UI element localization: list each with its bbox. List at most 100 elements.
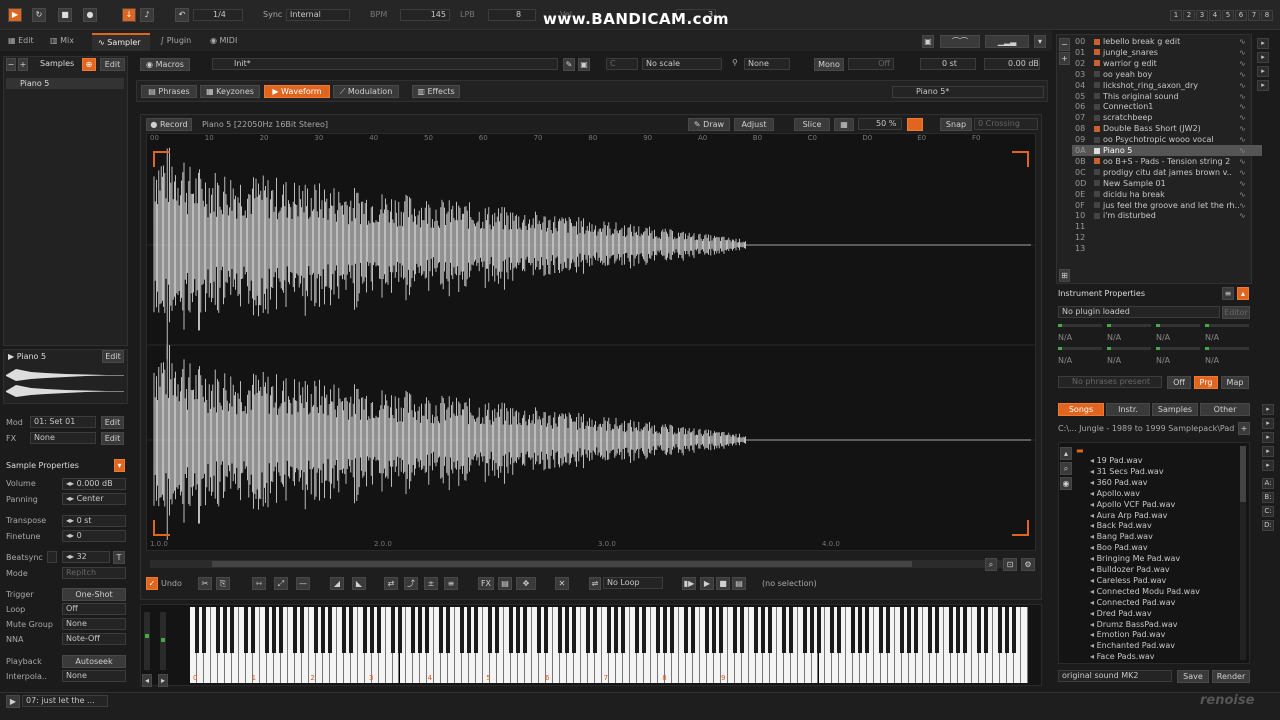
black-key[interactable] xyxy=(439,607,444,653)
black-key[interactable] xyxy=(460,607,465,653)
instrument-item[interactable]: 12 xyxy=(1072,232,1262,243)
instrument-item[interactable]: 13 xyxy=(1072,243,1262,254)
fade-out-icon[interactable]: ◣ xyxy=(352,577,366,590)
panning-field[interactable]: ◂▸ Center xyxy=(62,493,126,505)
black-key[interactable] xyxy=(998,607,1003,653)
black-key[interactable] xyxy=(620,607,625,653)
browser-scrollbar[interactable] xyxy=(1240,446,1246,660)
black-key[interactable] xyxy=(607,607,611,653)
transpose-global-field[interactable]: 0 st xyxy=(920,58,976,70)
black-key[interactable] xyxy=(474,607,479,653)
black-key[interactable] xyxy=(369,607,374,653)
instrument-item[interactable]: 05 This original sound ∿ xyxy=(1072,91,1262,102)
play-icon[interactable]: ▶ xyxy=(8,8,22,22)
waveform-scrollbar[interactable] xyxy=(150,560,1008,568)
instrument-item[interactable]: 0C prodigy citu dat james brown v.. ∿ xyxy=(1072,167,1262,178)
black-key[interactable] xyxy=(858,607,863,653)
loop-select[interactable]: Off xyxy=(62,603,126,615)
black-key[interactable] xyxy=(949,607,954,653)
mode-select[interactable]: Repitch xyxy=(62,567,126,579)
instrument-options-icon[interactable]: ⊞ xyxy=(1059,269,1070,282)
file-item[interactable]: ◂ Aura Arp Pad.wav xyxy=(1090,510,1167,521)
black-key[interactable] xyxy=(690,607,695,653)
tab-plugin[interactable]: ∫ Plugin xyxy=(160,36,191,45)
zoom-fit-icon[interactable]: ⊡ xyxy=(1003,558,1017,571)
undo-checkbox[interactable]: ✓ xyxy=(146,577,158,590)
black-key[interactable] xyxy=(264,607,269,653)
black-key[interactable] xyxy=(886,607,891,653)
black-key[interactable] xyxy=(760,607,765,653)
loop-icon[interactable]: ↻ xyxy=(32,8,46,22)
black-key[interactable] xyxy=(243,607,248,653)
undo-icon[interactable]: ↶ xyxy=(175,8,189,22)
tab-edit[interactable]: ▦ Edit xyxy=(8,36,34,45)
playback-button[interactable]: Autoseek xyxy=(62,655,126,668)
pitch-wheel[interactable] xyxy=(144,612,150,670)
subtab-keyzones[interactable]: ▦ Keyzones xyxy=(200,85,260,98)
black-key[interactable] xyxy=(411,607,416,653)
subtab-phrases[interactable]: ▤ Phrases xyxy=(141,85,197,98)
zoom-field[interactable]: 50 % xyxy=(858,118,902,130)
param-slider[interactable] xyxy=(1107,324,1151,327)
black-key[interactable] xyxy=(523,607,528,653)
plugin-select[interactable]: No plugin loaded xyxy=(1058,306,1220,318)
black-key[interactable] xyxy=(446,607,451,653)
zoom-out-icon[interactable]: ⌕ xyxy=(985,558,997,571)
bookmark-icon[interactable]: + xyxy=(1238,422,1250,435)
transpose-field[interactable]: ◂▸ 0 st xyxy=(62,515,126,527)
crop-icon[interactable]: ✕ xyxy=(555,577,569,590)
add-sample-icon[interactable]: + xyxy=(18,58,28,71)
black-key[interactable] xyxy=(1012,607,1017,653)
black-key[interactable] xyxy=(215,607,220,653)
fx-render-icon[interactable]: FX xyxy=(478,577,494,590)
mute-group-select[interactable]: None xyxy=(62,618,126,630)
instrument-item[interactable]: 10 i'm disturbed ∿ xyxy=(1072,210,1262,221)
param-slider[interactable] xyxy=(1058,347,1102,350)
beatsync-mode-button[interactable]: T xyxy=(113,551,125,564)
black-key[interactable] xyxy=(907,607,912,653)
instrument-item[interactable]: 00 lebello break g edit ∿ xyxy=(1072,36,1262,47)
volume-field[interactable]: ◂▸ 0.000 dB xyxy=(62,478,126,490)
black-key[interactable] xyxy=(816,607,821,653)
instrument-item[interactable]: 0B oo B+S - Pads - Tension string 2 ∿ xyxy=(1072,156,1262,167)
black-key[interactable] xyxy=(544,607,549,653)
file-item[interactable]: ◂ 19 Pad.wav xyxy=(1090,455,1142,466)
scope-toggle[interactable]: ⌒⌒ xyxy=(940,35,980,48)
black-key[interactable] xyxy=(341,607,346,653)
black-key[interactable] xyxy=(781,607,786,653)
record-sample-button[interactable]: ● Record xyxy=(146,118,192,131)
draw-button[interactable]: ✎ Draw xyxy=(688,118,730,131)
file-item[interactable]: ◂ Face Pads.wav xyxy=(1090,651,1155,662)
black-key[interactable] xyxy=(634,607,639,653)
browser-tab-instr[interactable]: Instr. xyxy=(1106,403,1150,416)
file-item[interactable]: ◂ Emotion Pad.wav xyxy=(1090,629,1165,640)
instrument-item[interactable]: 09 oo Psychotropic wooo vocal ∿ xyxy=(1072,134,1262,145)
spectrum-toggle[interactable]: ▁▂▃ xyxy=(985,35,1029,48)
black-key[interactable] xyxy=(320,607,325,653)
dc-offset-icon[interactable]: ± xyxy=(424,577,438,590)
expand-icon[interactable]: ⤢ xyxy=(274,577,288,590)
process-icon[interactable]: ▤ xyxy=(498,577,512,590)
black-key[interactable] xyxy=(767,607,772,653)
sync-select[interactable]: Internal xyxy=(286,9,350,21)
file-item[interactable]: ◂ Connected Pad.wav xyxy=(1090,597,1175,608)
black-key[interactable] xyxy=(572,607,577,653)
glide-field[interactable]: Off xyxy=(848,58,894,70)
black-key[interactable] xyxy=(299,607,304,653)
black-key[interactable] xyxy=(425,607,430,653)
black-key[interactable] xyxy=(977,607,982,653)
beatsync-checkbox[interactable] xyxy=(47,551,57,563)
file-item[interactable]: ◂ 31 Secs Pad.wav xyxy=(1090,466,1164,477)
instrument-item[interactable]: 03 oo yeah boy ∿ xyxy=(1072,69,1262,80)
collapse-icon[interactable]: ▾ xyxy=(1034,35,1046,48)
black-key[interactable] xyxy=(613,607,618,653)
black-key[interactable] xyxy=(984,607,989,653)
subtab-waveform[interactable]: ▶ Waveform xyxy=(264,85,330,98)
black-key[interactable] xyxy=(593,607,598,653)
record-icon[interactable]: ● xyxy=(83,8,97,22)
black-key[interactable] xyxy=(313,607,318,653)
play-from-start-icon[interactable]: ▮▶ xyxy=(682,577,696,590)
slice-count-icon[interactable]: ▦ xyxy=(834,118,854,131)
lpb-field[interactable]: 8 xyxy=(488,9,536,21)
file-item[interactable]: ◂ Boo Pad.wav xyxy=(1090,542,1148,553)
